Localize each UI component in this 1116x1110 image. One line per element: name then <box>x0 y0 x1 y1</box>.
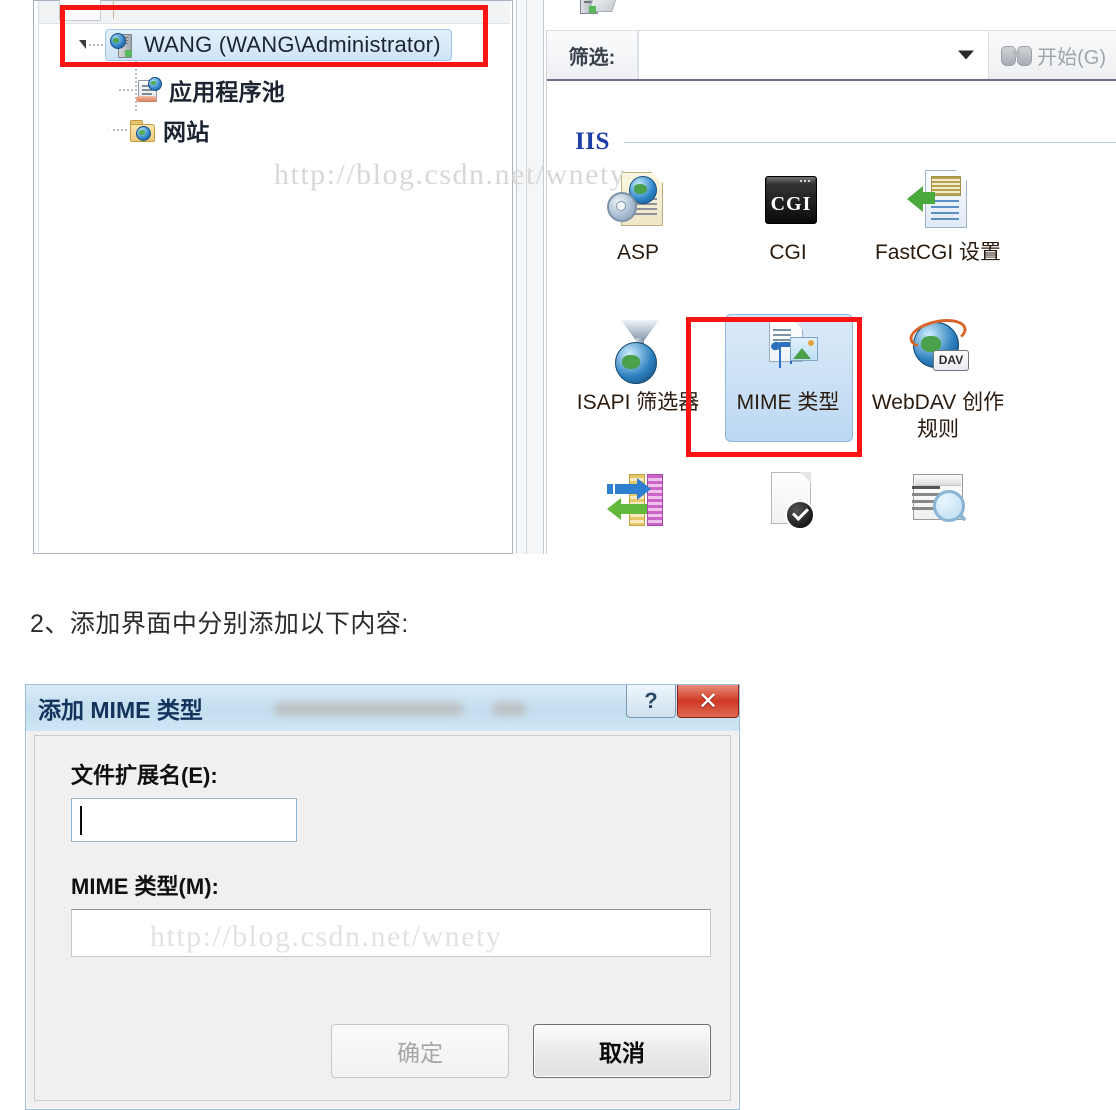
asp-icon <box>607 170 669 232</box>
feature-item-mime-types[interactable]: MIME 类型 <box>713 312 863 462</box>
feature-item-http-redirect[interactable] <box>563 462 713 612</box>
caption-text: 2、添加界面中分别添加以下内容: <box>30 610 409 638</box>
feature-item-label: CGI <box>769 241 807 264</box>
connections-tree-pane: WANG (WANG\Administrator) 应用程序池 网站 <box>33 0 513 554</box>
window-controls: ? ✕ <box>626 685 739 719</box>
section-title: IIS <box>575 128 610 155</box>
expander-collapsed-icon[interactable] <box>101 123 110 137</box>
go-button[interactable]: 开始(G) <box>989 31 1116 79</box>
feature-item-isapi-filters[interactable]: ISAPI 筛选器 <box>563 312 713 462</box>
isapi-filters-icon <box>607 320 669 384</box>
section-divider <box>623 141 1116 143</box>
request-filtering-icon <box>907 470 969 532</box>
feature-item-label: WebDAV 创作规则 <box>871 391 1005 441</box>
cancel-button[interactable]: 取消 <box>533 1024 711 1078</box>
filter-combobox[interactable] <box>638 31 990 79</box>
chevron-down-icon[interactable] <box>958 50 975 60</box>
mime-type-label: MIME 类型(M): <box>71 874 219 899</box>
sites-folder-icon <box>129 117 155 143</box>
http-redirect-icon <box>607 470 669 532</box>
fastcgi-settings-icon <box>907 170 969 232</box>
help-icon[interactable]: ? <box>626 685 676 718</box>
feature-item-request-filtering[interactable] <box>863 462 1013 612</box>
dialog-body: 文件扩展名(E): MIME 类型(M): 确定 取消 <box>34 735 731 1101</box>
feature-item-label: FastCGI 设置 <box>874 241 1001 264</box>
dialog-title: 添加 MIME 类型 <box>38 697 203 723</box>
mime-types-icon <box>757 320 819 382</box>
close-icon[interactable]: ✕ <box>677 685 739 718</box>
application-pool-icon <box>135 77 162 103</box>
sidebar-item-sites[interactable]: 网站 <box>101 113 209 147</box>
highlight-box-server-node <box>60 5 488 67</box>
feature-item-fastcgi-settings[interactable]: FastCGI 设置 <box>863 162 1013 312</box>
feature-item-webdav-authoring-rules[interactable]: DAV WebDAV 创作规则 <box>863 312 1013 462</box>
feature-item-cgi[interactable]: CGI CGI <box>713 162 863 312</box>
pane-splitter[interactable] <box>516 0 544 554</box>
iis-manager-screenshot: WANG (WANG\Administrator) 应用程序池 网站 筛选: 开… <box>0 0 1116 560</box>
webdav-authoring-rules-icon: DAV <box>906 314 970 382</box>
feature-item-label: ISAPI 筛选器 <box>576 391 700 414</box>
file-extension-label: 文件扩展名(E): <box>71 763 218 788</box>
feature-item-label: MIME 类型 <box>736 391 840 414</box>
feature-view-pane: 筛选: 开始(G) IIS ASP CGI CGI FastCGI 设置 ISA… <box>546 30 1116 554</box>
go-button-label: 开始(G) <box>1037 46 1106 69</box>
tree-connector-dots <box>119 89 133 91</box>
tree-item-label: 应用程序池 <box>169 79 285 105</box>
text-caret <box>80 806 82 835</box>
iis-feature-group: IIS ASP CGI CGI FastCGI 设置 ISAPI 筛选器 MIM… <box>547 78 1116 554</box>
feature-item-asp[interactable]: ASP <box>563 162 713 312</box>
tree-connector-dots <box>113 129 127 131</box>
binoculars-icon <box>1001 45 1033 66</box>
feature-item-default-document[interactable] <box>713 462 863 612</box>
server-header-icon <box>574 0 620 20</box>
tree-item-label: 网站 <box>163 119 210 145</box>
default-document-icon <box>757 470 819 532</box>
mime-type-input[interactable] <box>71 909 711 957</box>
blurred-text-redaction <box>492 702 526 716</box>
sidebar-item-application-pools[interactable]: 应用程序池 <box>119 73 285 107</box>
add-mime-type-dialog: 添加 MIME 类型 ? ✕ 文件扩展名(E): MIME 类型(M): 确定 … <box>25 684 740 1110</box>
filter-label: 筛选: <box>547 31 638 79</box>
filter-toolbar: 筛选: 开始(G) <box>547 30 1116 81</box>
file-extension-input[interactable] <box>71 798 297 842</box>
blurred-text-redaction <box>274 702 464 716</box>
feature-item-label: ASP <box>616 241 660 264</box>
feature-icon-grid: ASP CGI CGI FastCGI 设置 ISAPI 筛选器 MIME 类型… <box>563 162 1015 612</box>
section-header: IIS <box>575 128 1116 156</box>
dav-badge: DAV <box>933 350 969 371</box>
dialog-title-bar[interactable]: 添加 MIME 类型 ? ✕ <box>26 685 739 731</box>
ok-button[interactable]: 确定 <box>331 1024 509 1078</box>
tree-pane-inner: WANG (WANG\Administrator) 应用程序池 网站 <box>38 0 510 552</box>
cgi-icon: CGI <box>757 170 819 232</box>
